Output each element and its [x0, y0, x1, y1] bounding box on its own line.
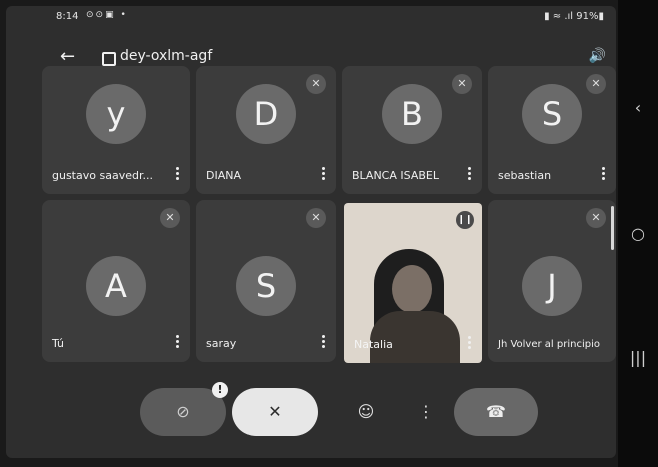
speaking-indicator-icon: ❙❙: [456, 211, 474, 229]
participant-name: BLANCA ISABEL: [352, 169, 439, 182]
mic-off-icon: ✕: [586, 208, 606, 228]
participant-tile[interactable]: S ✕ sebastian: [488, 66, 616, 194]
system-nav-bar: ‹ ○ |||: [618, 0, 658, 467]
speaker-icon[interactable]: 🔊: [589, 48, 606, 64]
status-bar: 8:14 ⊙⊙▣ • ▮ ≈ .ıl 91%▮: [6, 6, 616, 28]
scrollbar[interactable]: [611, 206, 614, 250]
calendar-icon: [102, 52, 116, 66]
nav-home-icon[interactable]: ○: [618, 224, 658, 243]
emoji-icon: ☺: [357, 402, 375, 421]
status-notification-icons: ⊙⊙▣ •: [86, 10, 128, 20]
participant-name: gustavo saavedr...: [52, 169, 153, 182]
emoji-button[interactable]: ☺: [354, 388, 378, 436]
participant-tile[interactable]: S ✕ saray: [196, 200, 336, 362]
hang-up-button[interactable]: ☎: [454, 388, 538, 436]
mic-toggle-button[interactable]: ✕: [232, 388, 318, 436]
mic-off-icon: ✕: [268, 402, 282, 421]
avatar: J: [522, 256, 582, 316]
participant-name: Tú: [52, 337, 65, 350]
participant-name: saray: [206, 337, 237, 350]
mic-off-icon: ✕: [160, 208, 180, 228]
more-vert-icon: ⋮: [418, 402, 434, 421]
avatar: B: [382, 84, 442, 144]
more-vert-icon[interactable]: [322, 165, 326, 182]
participant-video-tile[interactable]: ❙❙ Natalia: [344, 203, 482, 363]
more-vert-icon[interactable]: [468, 165, 472, 182]
mic-off-icon: ✕: [306, 74, 326, 94]
video-body: [370, 311, 460, 363]
participant-name: sebastian: [498, 169, 552, 182]
nav-back-icon[interactable]: ‹: [618, 98, 658, 117]
back-arrow-icon[interactable]: ←: [60, 46, 75, 67]
nav-recents-icon[interactable]: |||: [618, 348, 658, 367]
mic-off-icon: ✕: [306, 208, 326, 228]
more-vert-icon[interactable]: [176, 333, 180, 350]
meet-screen: 8:14 ⊙⊙▣ • ▮ ≈ .ıl 91%▮ ← dey-oxlm-agf 🔊…: [6, 6, 616, 458]
meeting-code[interactable]: dey-oxlm-agf: [120, 48, 212, 64]
camera-off-icon: ⊘: [176, 402, 190, 421]
more-vert-icon[interactable]: [322, 333, 326, 350]
participant-tile[interactable]: B ✕ BLANCA ISABEL: [342, 66, 482, 194]
avatar: y: [86, 84, 146, 144]
participant-tile[interactable]: D ✕ DIANA: [196, 66, 336, 194]
avatar: S: [236, 256, 296, 316]
avatar: A: [86, 256, 146, 316]
video-face: [392, 265, 432, 313]
more-vert-icon[interactable]: [602, 165, 606, 182]
mic-off-icon: ✕: [452, 74, 472, 94]
participant-name: Jh Volver al principio: [498, 339, 600, 350]
participant-tile[interactable]: J ✕ Jh Volver al principio: [488, 200, 616, 362]
status-battery: ▮ ≈ .ıl 91%▮: [544, 11, 604, 22]
participant-tile[interactable]: y gustavo saavedr...: [42, 66, 190, 194]
more-vert-icon[interactable]: [176, 165, 180, 182]
participant-name: Natalia: [354, 338, 393, 351]
more-options-button[interactable]: ⋮: [416, 388, 436, 436]
call-controls: ⊘ ! ✕ ☺ ⋮ ☎: [6, 382, 616, 458]
camera-warning-badge: !: [212, 382, 228, 398]
participant-tile[interactable]: A ✕ Tú: [42, 200, 190, 362]
mic-off-icon: ✕: [586, 74, 606, 94]
status-time: 8:14: [56, 11, 79, 22]
avatar: S: [522, 84, 582, 144]
hang-up-icon: ☎: [486, 402, 506, 421]
more-vert-icon[interactable]: [468, 334, 472, 351]
participant-name: DIANA: [206, 169, 241, 182]
avatar: D: [236, 84, 296, 144]
